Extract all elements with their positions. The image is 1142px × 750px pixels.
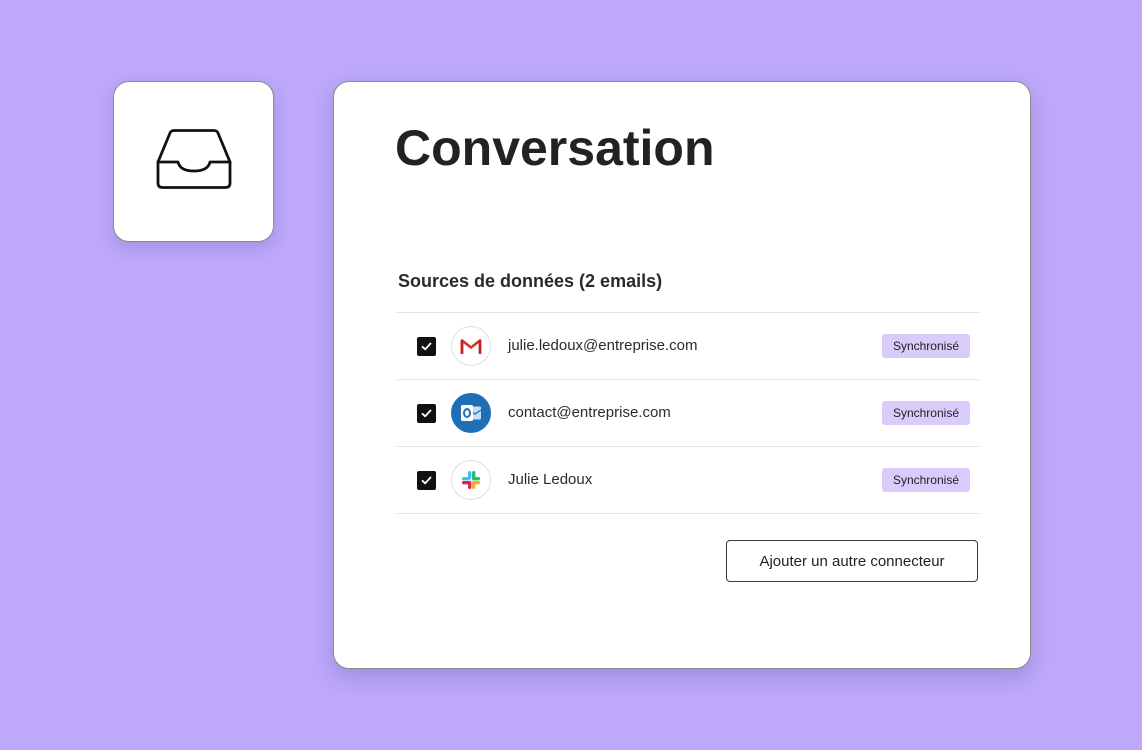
checkmark-icon [421, 409, 432, 418]
source-label: Julie Ledoux [508, 471, 593, 488]
sync-status-badge: Synchronisé [881, 334, 970, 358]
conversation-card: Conversation Sources de données (2 email… [333, 81, 1031, 669]
list-item-source-slack: Julie Ledoux Synchronisé [397, 447, 979, 514]
checkmark-icon [421, 342, 432, 351]
list-item-source-outlook: contact@entreprise.com Synchronisé [397, 380, 979, 447]
data-sources-list: julie.ledoux@entreprise.com Synchronisé … [397, 312, 979, 514]
list-item-source-gmail: julie.ledoux@entreprise.com Synchronisé [397, 313, 979, 380]
source-checkbox[interactable] [417, 471, 436, 490]
gmail-icon [451, 326, 491, 366]
sync-status-badge: Synchronisé [881, 401, 970, 425]
sync-status-badge: Synchronisé [881, 468, 970, 492]
page-title: Conversation [395, 120, 715, 176]
data-sources-heading: Sources de données (2 emails) [398, 271, 663, 291]
checkmark-icon [421, 476, 432, 485]
slack-icon [451, 460, 491, 500]
inbox-tile[interactable] [113, 81, 274, 242]
source-label: contact@entreprise.com [508, 404, 671, 421]
outlook-icon [451, 393, 491, 433]
add-connector-button[interactable]: Ajouter un autre connecteur [726, 540, 978, 582]
source-checkbox[interactable] [417, 337, 436, 356]
source-checkbox[interactable] [417, 404, 436, 423]
inbox-tray-icon [156, 128, 232, 195]
source-label: julie.ledoux@entreprise.com [508, 337, 698, 354]
